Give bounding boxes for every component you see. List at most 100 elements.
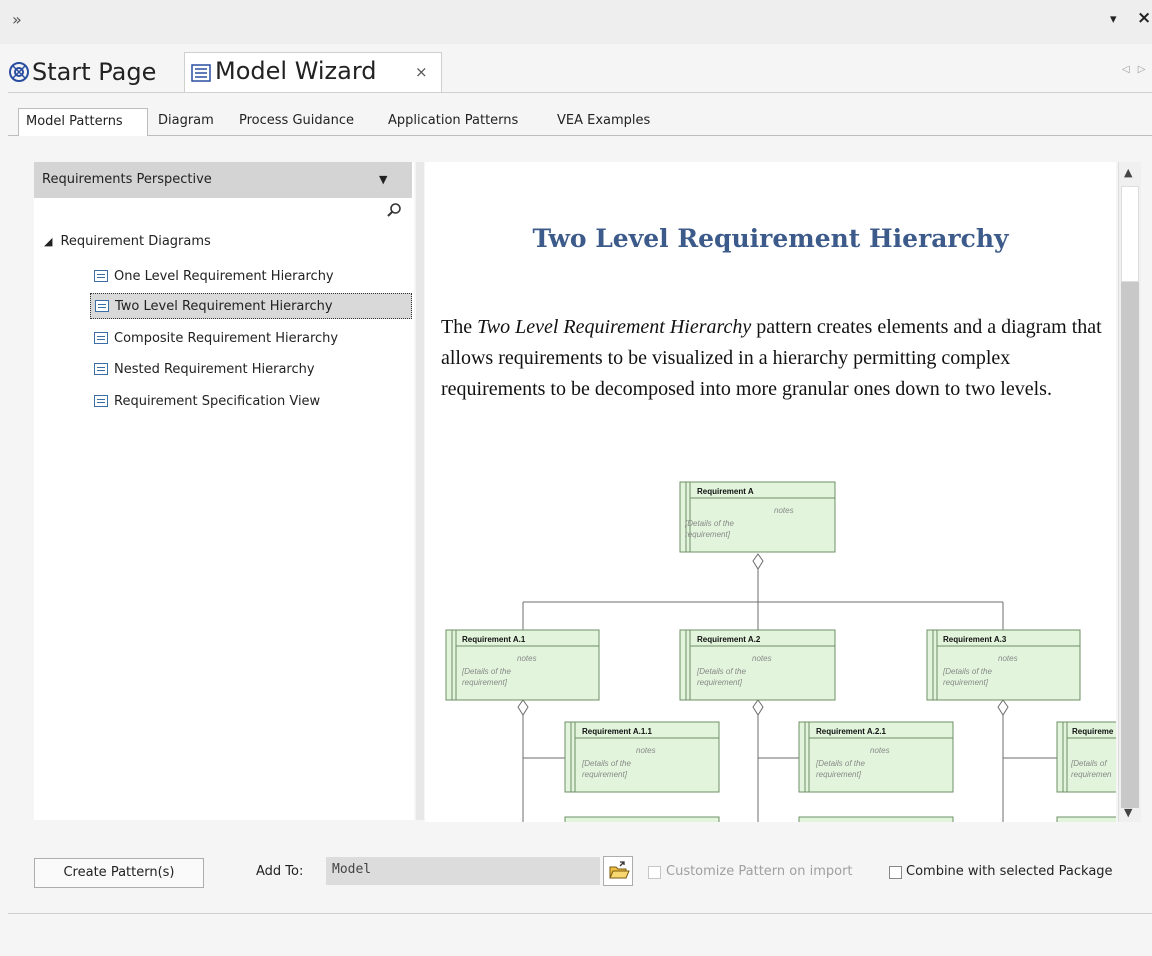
browse-package-button[interactable] <box>603 856 633 886</box>
tab-application-patterns[interactable]: Application Patterns <box>388 108 518 136</box>
tab-start-page[interactable]: Start Page <box>8 52 156 92</box>
tab-model-patterns[interactable]: Model Patterns <box>18 108 148 136</box>
add-to-field[interactable]: Model <box>326 857 600 885</box>
requirement-box: Requirement A.2 notes [Details of the re… <box>679 629 836 701</box>
scrollbar-thumb[interactable] <box>1121 186 1139 282</box>
tab-nav-arrows: ◁▷ <box>1122 64 1152 75</box>
add-to-label: Add To: <box>256 864 304 879</box>
pattern-title: Two Level Requirement Hierarchy <box>532 224 1009 253</box>
details-text: [Details of the <box>684 519 734 528</box>
expand-panel-icon[interactable]: » <box>12 10 22 29</box>
tree-item-label: Composite Requirement Hierarchy <box>114 330 339 346</box>
tab-vea-examples[interactable]: VEA Examples <box>557 108 650 136</box>
tree-item-one-level-requirement-hierarchy[interactable]: One Level Requirement Hierarchy <box>90 263 412 289</box>
tab-divider <box>148 135 1152 136</box>
scroll-tabs-right-icon[interactable]: ▷ <box>1138 64 1152 75</box>
close-tab-icon[interactable]: × <box>415 63 428 81</box>
requirement-box: Requirement A.3 notes [Details of the re… <box>926 629 1081 701</box>
requirement-box: Requirement A.1 notes [Details of the re… <box>445 629 600 701</box>
tree-item-label: One Level Requirement Hierarchy <box>114 268 334 284</box>
details-text: [Details of the <box>942 667 992 676</box>
tab-model-wizard[interactable]: Model Wizard × <box>184 52 442 92</box>
requirement-name: Requirement A <box>697 487 754 496</box>
diagram-icon <box>94 270 108 282</box>
scroll-down-icon[interactable]: ▼ <box>1124 806 1132 819</box>
scroll-up-icon[interactable]: ▲ <box>1124 166 1132 179</box>
tree-item-nested-requirement-hierarchy[interactable]: Nested Requirement Hierarchy <box>90 356 412 382</box>
details-text: [Details of <box>1070 759 1107 768</box>
tree-item-requirement-specification-view[interactable]: Requirement Specification View <box>90 388 412 414</box>
pattern-description-panel: Two Level Requirement Hierarchy The Two … <box>425 162 1116 822</box>
tree-node-label: Requirement Diagrams <box>60 234 211 249</box>
details-text: requirement] <box>816 770 862 779</box>
description-text: The <box>441 316 478 338</box>
details-text: requirement] <box>943 678 989 687</box>
details-text: requirement] <box>685 530 731 539</box>
document-icon <box>191 64 211 82</box>
notes-label: notes <box>870 746 890 755</box>
tree-item-composite-requirement-hierarchy[interactable]: Composite Requirement Hierarchy <box>90 325 412 351</box>
diagram-icon <box>95 300 109 312</box>
diagram-icon <box>94 332 108 344</box>
chevron-down-icon: ▼ <box>379 173 388 186</box>
scroll-tabs-left-icon[interactable]: ◁ <box>1122 64 1138 75</box>
tree-item-two-level-requirement-hierarchy[interactable]: Two Level Requirement Hierarchy <box>90 293 412 319</box>
vertical-scrollbar[interactable]: ▲ ▼ <box>1118 162 1141 822</box>
details-text: requiremen <box>1071 770 1112 779</box>
create-patterns-button[interactable]: Create Pattern(s) <box>34 858 204 888</box>
details-text: requirement] <box>462 678 508 687</box>
tab-model-wizard-label: Model Wizard <box>215 57 377 85</box>
divider <box>8 913 1152 914</box>
notes-label: notes <box>636 746 656 755</box>
panel-menu-dropdown-icon[interactable]: ▾ <box>1110 12 1117 27</box>
details-text: [Details of the <box>815 759 865 768</box>
description-emphasis: Two Level Requirement Hierarchy <box>477 316 752 338</box>
requirement-box: Requirement A.1.1 notes [Details of the … <box>564 721 720 793</box>
combine-package-label: Combine with selected Package <box>906 864 1113 879</box>
collapse-triangle-icon[interactable]: ◢ <box>44 235 52 248</box>
requirement-name: Requirement A.3 <box>943 635 1007 644</box>
close-panel-icon[interactable]: × <box>1137 8 1151 28</box>
details-text: requirement] <box>582 770 628 779</box>
details-text: [Details of the <box>581 759 631 768</box>
combine-package-checkbox[interactable] <box>889 866 902 879</box>
tab-divider <box>8 135 18 136</box>
diagram-icon <box>94 395 108 407</box>
tree-item-label: Requirement Specification View <box>114 393 321 409</box>
customize-pattern-checkbox[interactable] <box>648 866 661 879</box>
tab-start-page-label: Start Page <box>32 58 157 86</box>
tree-item-label: Two Level Requirement Hierarchy <box>115 298 333 314</box>
folder-icon <box>609 861 630 879</box>
start-page-icon <box>9 62 29 82</box>
requirement-box: Requireme [Details of requiremen <box>1056 721 1116 793</box>
requirement-name: Requirement A.1 <box>462 635 526 644</box>
scrollbar-track[interactable] <box>1121 282 1139 808</box>
notes-label: notes <box>517 654 537 663</box>
notes-label: notes <box>998 654 1018 663</box>
requirement-box: Requirement A notes [Details of the requ… <box>679 481 836 553</box>
requirement-name: Requireme <box>1072 727 1114 736</box>
diagram-icon <box>94 363 108 375</box>
panel-header: » ▾ × <box>0 0 1152 44</box>
requirement-name: Requirement A.2.1 <box>816 727 886 736</box>
tab-diagram[interactable]: Diagram <box>158 108 214 136</box>
perspective-dropdown[interactable]: Requirements Perspective ▼ <box>34 162 412 198</box>
tree-item-label: Nested Requirement Hierarchy <box>114 361 315 377</box>
notes-label: notes <box>774 506 794 515</box>
details-text: [Details of the <box>461 667 511 676</box>
details-text: requirement] <box>697 678 743 687</box>
requirement-name: Requirement A.1.1 <box>582 727 652 736</box>
tab-process-guidance[interactable]: Process Guidance <box>239 108 354 136</box>
pattern-description: The Two Level Requirement Hierarchy patt… <box>441 312 1113 405</box>
customize-pattern-label: Customize Pattern on import <box>666 864 853 879</box>
tree-node-requirement-diagrams[interactable]: ◢ Requirement Diagrams <box>44 234 211 249</box>
pattern-tree-panel: Requirements Perspective ▼ ◢ Requirement … <box>34 162 414 820</box>
search-icon[interactable] <box>386 202 402 218</box>
requirement-name: Requirement A.2 <box>697 635 761 644</box>
panel-splitter[interactable] <box>416 162 424 820</box>
requirement-box: Requirement A.2.1 notes [Details of the … <box>798 721 954 793</box>
perspective-label: Requirements Perspective <box>42 172 212 187</box>
notes-label: notes <box>752 654 772 663</box>
pattern-preview-diagram: Requirement A notes [Details of the requ… <box>445 481 1116 822</box>
details-text: [Details of the <box>696 667 746 676</box>
